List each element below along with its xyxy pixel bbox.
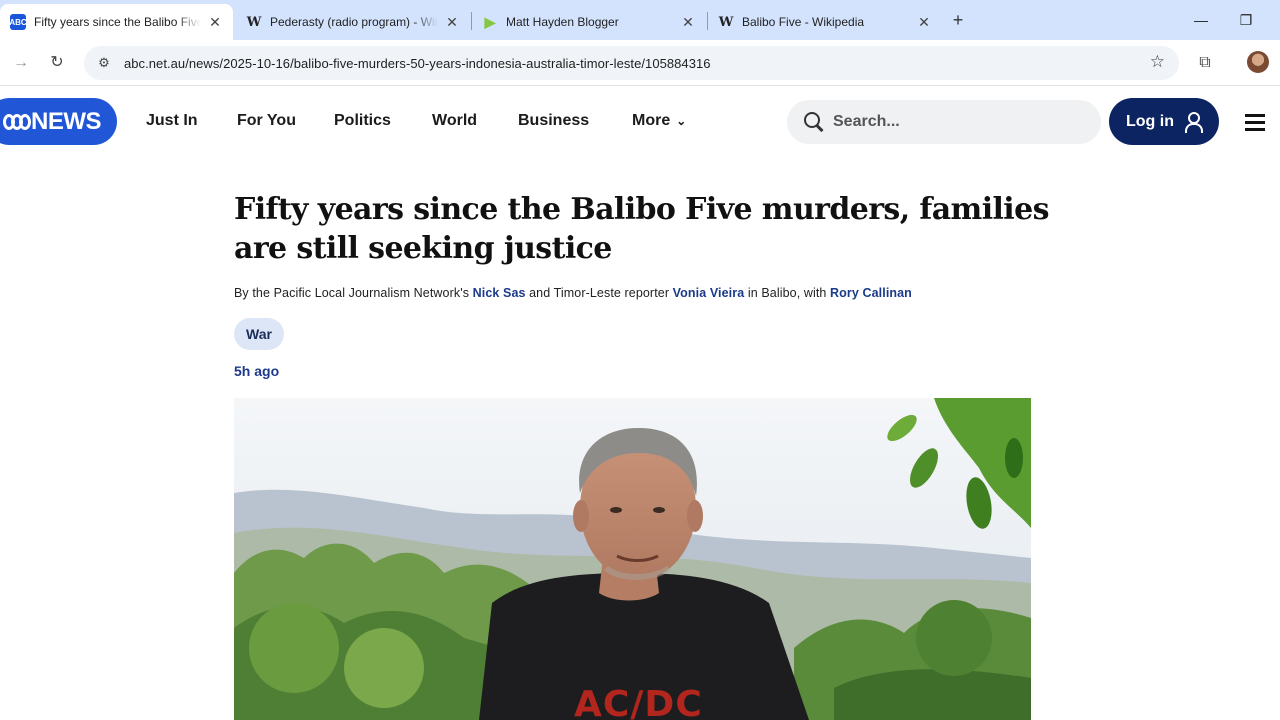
wikipedia-icon: W xyxy=(246,14,262,30)
search-box[interactable] xyxy=(787,100,1101,144)
extensions-icon[interactable]: ⧉ xyxy=(1193,51,1217,75)
nav-just-in[interactable]: Just In xyxy=(146,112,198,130)
bookmark-star-icon[interactable]: ☆ xyxy=(1150,52,1165,72)
browser-toolbar: → ↻ ⚙ abc.net.au/news/2025-10-16/balibo-… xyxy=(0,40,1280,86)
byline-text: By the Pacific Local Journalism Network'… xyxy=(234,286,473,300)
article-timestamp: 5h ago xyxy=(234,363,280,379)
address-bar[interactable]: ⚙ abc.net.au/news/2025-10-16/balibo-five… xyxy=(84,46,1179,80)
tab-title: Pederasty (radio program) - Wikipedia xyxy=(270,15,438,29)
hero-photo-illustration: AC/DC xyxy=(234,398,1031,720)
login-label: Log in xyxy=(1126,112,1174,130)
chevron-down-icon: ⌄ xyxy=(676,114,687,128)
close-icon[interactable]: ✕ xyxy=(207,14,223,30)
site-info-icon[interactable]: ⚙ xyxy=(90,55,118,71)
abc-news-icon: ABC xyxy=(9,14,27,30)
article-headline: Fifty years since the Balibo Five murder… xyxy=(234,192,1049,266)
abc-news-logo[interactable]: NEWS xyxy=(0,98,117,145)
search-input[interactable] xyxy=(833,113,1073,131)
rumble-play-icon: ▶ xyxy=(484,13,496,30)
url-text[interactable]: abc.net.au/news/2025-10-16/balibo-five-m… xyxy=(124,56,711,71)
hero-image: AC/DC xyxy=(234,398,1031,720)
nav-politics[interactable]: Politics xyxy=(334,112,391,130)
close-icon[interactable]: ✕ xyxy=(916,14,932,30)
tab-balibo-abc[interactable]: ABC Fifty years since the Balibo Five ✕ xyxy=(0,4,233,40)
tab-balibo-wikipedia[interactable]: W Balibo Five - Wikipedia ✕ xyxy=(708,4,942,40)
profile-avatar[interactable] xyxy=(1247,51,1269,73)
nav-business[interactable]: Business xyxy=(518,112,589,130)
byline-text: and Timor-Leste reporter xyxy=(525,286,673,300)
tab-matt-hayden[interactable]: ▶ Matt Hayden Blogger ✕ xyxy=(472,4,706,40)
author-link-vonia-vieira[interactable]: Vonia Vieira xyxy=(673,286,745,300)
browser-tabstrip: ABC Fifty years since the Balibo Five ✕ … xyxy=(0,0,1280,40)
article-byline: By the Pacific Local Journalism Network'… xyxy=(234,286,912,300)
tab-pederasty-wikipedia[interactable]: W Pederasty (radio program) - Wikipedia … xyxy=(236,4,470,40)
abc-logo-icon xyxy=(3,112,31,132)
byline-text: in Balibo, with xyxy=(744,286,831,300)
nav-more-label: More xyxy=(632,112,671,129)
minimize-icon[interactable]: — xyxy=(1189,8,1213,32)
nav-more[interactable]: More ⌄ xyxy=(632,112,686,130)
tab-title: Balibo Five - Wikipedia xyxy=(742,15,865,29)
reload-icon[interactable]: ↻ xyxy=(45,51,69,75)
login-button[interactable]: Log in xyxy=(1109,98,1219,145)
restore-icon[interactable]: ❐ xyxy=(1234,8,1258,32)
nav-for-you[interactable]: For You xyxy=(237,112,296,130)
wikipedia-icon: W xyxy=(718,14,734,30)
topic-tag-war[interactable]: War xyxy=(234,318,284,350)
close-icon[interactable]: ✕ xyxy=(444,14,460,30)
close-icon[interactable]: ✕ xyxy=(680,14,696,30)
author-link-nick-sas[interactable]: Nick Sas xyxy=(473,286,526,300)
author-link-rory-callinan[interactable]: Rory Callinan xyxy=(830,286,912,300)
tab-title: Matt Hayden Blogger xyxy=(506,15,619,29)
user-icon xyxy=(1184,111,1203,133)
logo-text: NEWS xyxy=(31,107,102,135)
shirt-logo-text: AC/DC xyxy=(574,684,703,720)
new-tab-icon[interactable]: + xyxy=(948,10,968,30)
search-icon xyxy=(803,111,825,133)
forward-icon[interactable]: → xyxy=(9,51,33,75)
nav-world[interactable]: World xyxy=(432,112,477,130)
menu-icon[interactable] xyxy=(1245,114,1265,131)
site-header: NEWS Just In For You Politics World Busi… xyxy=(0,87,1280,157)
tab-title: Fifty years since the Balibo Five xyxy=(34,15,201,29)
